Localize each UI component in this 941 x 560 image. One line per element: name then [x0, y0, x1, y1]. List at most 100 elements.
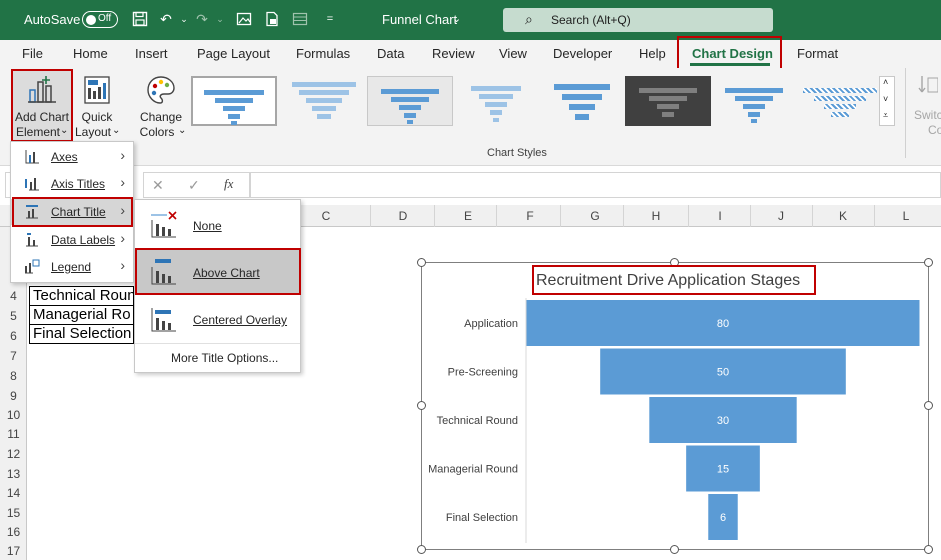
menu-item-centered-overlay[interactable]: Centered Overlay [135, 296, 300, 342]
file-name[interactable]: Funnel Chart [382, 12, 457, 27]
picture-icon[interactable] [236, 11, 252, 27]
column-header[interactable]: G [588, 209, 602, 223]
undo-dropdown-icon[interactable]: ⌄ [176, 11, 192, 27]
column-divider [496, 205, 497, 227]
chevron-right-icon: › [120, 147, 125, 163]
resize-handle[interactable] [417, 258, 426, 267]
save-icon[interactable] [132, 11, 148, 27]
tab-review[interactable]: Review [432, 46, 475, 61]
chart-style-3[interactable] [367, 76, 453, 126]
document-icon[interactable] [264, 11, 280, 27]
formula-input[interactable] [250, 172, 941, 198]
insert-function-icon[interactable]: fx [224, 176, 233, 192]
chart-style-7[interactable] [711, 76, 797, 126]
column-header[interactable]: H [649, 209, 663, 223]
chart-style-2[interactable] [281, 76, 367, 126]
chevron-down-icon[interactable]: ˅ [883, 94, 888, 104]
menu-item-label: Data Labels [51, 233, 116, 247]
resize-handle[interactable] [417, 545, 426, 554]
row-header[interactable]: 17 [0, 544, 27, 558]
search-box[interactable]: ⌕ Search (Alt+Q) [503, 8, 773, 32]
data-label: 15 [717, 464, 729, 476]
switch-label-2[interactable]: Co [928, 123, 941, 138]
tab-formulas[interactable]: Formulas [296, 46, 350, 61]
tab-developer[interactable]: Developer [553, 46, 612, 61]
resize-handle[interactable] [417, 401, 426, 410]
tab-insert[interactable]: Insert [135, 46, 168, 61]
menu-item-none[interactable]: None [135, 202, 300, 248]
autosave-toggle[interactable]: Off [82, 11, 118, 28]
chart-style-8[interactable] [797, 76, 883, 126]
resize-handle[interactable] [924, 401, 933, 410]
row-header[interactable]: 16 [0, 525, 27, 539]
row-header[interactable]: 7 [0, 349, 27, 363]
filename-chevron-icon[interactable]: ⌄ [452, 12, 461, 25]
chart-style-1[interactable] [191, 76, 277, 126]
gallery-more-icon[interactable]: ⩡ [883, 110, 888, 121]
funnel-chart[interactable]: 80 Application 50 Pre-Screening 30 Technical … [421, 262, 929, 550]
menu-item-legend[interactable]: Legend › [11, 254, 133, 280]
tab-help[interactable]: Help [639, 46, 666, 61]
menu-divider [135, 343, 300, 344]
toggle-knob [86, 14, 96, 25]
row-header[interactable]: 9 [0, 389, 27, 403]
quick-layout-button[interactable]: Quick Layout ⌄ [74, 70, 120, 140]
tab-page-layout[interactable]: Page Layout [197, 46, 270, 61]
highlight-chart-design [677, 36, 782, 70]
column-divider [750, 205, 751, 227]
column-header[interactable]: C [319, 209, 333, 223]
row-header[interactable]: 15 [0, 506, 27, 520]
row-header[interactable]: 12 [0, 447, 27, 461]
chevron-right-icon: › [120, 230, 125, 246]
resize-handle[interactable] [670, 545, 679, 554]
cancel-icon[interactable]: ✕ [152, 177, 164, 194]
title-bar: AutoSave Off ↶ ⌄ ↷ ⌄ = Funnel Chart ⌄ ⌕ … [0, 0, 941, 40]
row-header[interactable]: 11 [0, 427, 27, 441]
switch-label-1[interactable]: Switc [914, 108, 941, 123]
menu-item-data-labels[interactable]: Data Labels › [11, 227, 133, 253]
row-header[interactable]: 4 [0, 289, 27, 303]
column-header[interactable]: D [396, 209, 410, 223]
menu-item-label: None [193, 219, 222, 233]
column-header[interactable]: E [461, 209, 475, 223]
enter-icon[interactable]: ✓ [188, 177, 200, 194]
row-header[interactable]: 14 [0, 486, 27, 500]
tab-data[interactable]: Data [377, 46, 404, 61]
more-title-options[interactable]: More Title Options... [171, 351, 278, 365]
column-header[interactable]: K [836, 209, 850, 223]
cell-text: Technical Roun [33, 287, 136, 304]
row-header[interactable]: 8 [0, 369, 27, 383]
resize-handle[interactable] [924, 545, 933, 554]
column-header[interactable]: I [713, 209, 727, 223]
row-header[interactable]: 6 [0, 329, 27, 343]
row-header[interactable]: 10 [0, 408, 27, 422]
tab-file[interactable]: File [22, 46, 43, 61]
chart-style-4[interactable] [453, 76, 539, 126]
redo-icon[interactable]: ↷ [194, 11, 210, 27]
chart-style-6[interactable] [625, 76, 711, 126]
column-header[interactable]: L [899, 209, 913, 223]
row-header[interactable]: 13 [0, 467, 27, 481]
change-colors-button[interactable]: Change Colors ⌄ [136, 70, 186, 140]
chart-title-overlay-icon [151, 308, 176, 332]
undo-icon[interactable]: ↶ [158, 11, 174, 27]
tab-view[interactable]: View [499, 46, 527, 61]
redo-dropdown-icon[interactable]: ⌄ [212, 11, 228, 27]
column-header[interactable]: J [774, 209, 788, 223]
resize-handle[interactable] [924, 258, 933, 267]
menu-item-axis-titles[interactable]: Axis Titles › [11, 171, 133, 197]
menu-item-axes[interactable]: Axes › [11, 144, 133, 170]
tab-home[interactable]: Home [73, 46, 108, 61]
chart-style-5[interactable] [539, 76, 625, 126]
toggle-state: Off [98, 13, 112, 24]
customize-toolbar-icon[interactable]: = [322, 11, 338, 27]
data-label: 50 [717, 367, 729, 379]
chevron-up-icon[interactable]: ˄ [883, 77, 888, 87]
row-header[interactable]: 5 [0, 309, 27, 323]
form-icon[interactable] [292, 11, 308, 27]
group-separator [905, 68, 906, 158]
gallery-scroll[interactable]: ˄ ˅ ⩡ [879, 76, 895, 126]
switch-row-column-icon[interactable] [918, 74, 938, 102]
tab-format[interactable]: Format [797, 46, 838, 61]
column-header[interactable]: F [523, 209, 537, 223]
